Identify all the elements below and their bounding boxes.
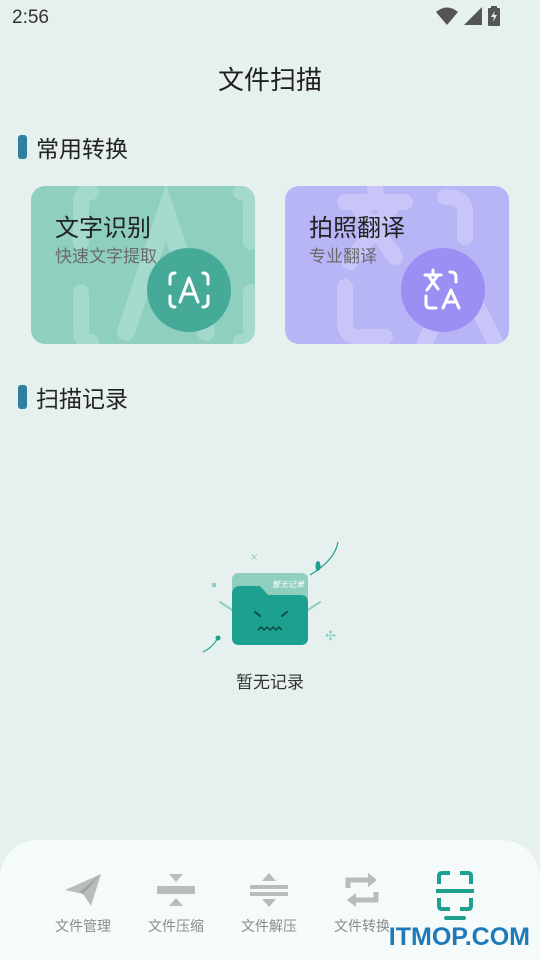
nav-file-compress[interactable]: 文件压缩 <box>131 870 221 936</box>
translate-icon <box>423 268 461 310</box>
compress-icon <box>157 874 195 906</box>
ocr-card-subtitle: 快速文字提取 <box>55 247 157 267</box>
nav-file-decompress[interactable]: 文件解压 <box>224 870 314 936</box>
empty-folder-illustration: × ✣ 暂无记录 <box>202 541 339 653</box>
nav-label: 文件压缩 <box>148 919 204 935</box>
empty-badge-text: 暂无记录 <box>272 580 305 589</box>
translate-card-title: 拍照翻译 <box>309 214 405 242</box>
signal-icon <box>464 7 482 25</box>
section-bar <box>18 385 27 409</box>
svg-text:✣: ✣ <box>325 629 336 644</box>
page-title: 文件扫描 <box>217 66 322 96</box>
status-bar: 2:56 <box>0 0 540 36</box>
translate-card-subtitle: 专业翻译 <box>309 247 377 267</box>
section-bar <box>18 135 27 159</box>
ocr-card[interactable]: 文字识别 快速文字提取 <box>31 186 255 344</box>
decompress-icon <box>250 873 288 907</box>
photo-translate-card[interactable]: 拍照翻译 专业翻译 <box>285 186 509 344</box>
nav-file-scan[interactable] <box>410 870 500 922</box>
ocr-text-icon <box>168 271 210 309</box>
nav-label: 文件解压 <box>241 919 297 935</box>
nav-label: 文件管理 <box>55 919 111 935</box>
translate-icon-circle <box>401 248 485 332</box>
paper-plane-icon <box>65 874 101 906</box>
watermark-logo: ITMOP.COM <box>388 923 530 951</box>
empty-state-text: 暂无记录 <box>236 673 304 693</box>
wifi-icon <box>436 7 458 25</box>
section-title: 扫描记录 <box>36 387 128 413</box>
status-icons <box>436 6 500 26</box>
svg-text:×: × <box>250 552 258 563</box>
section-common-header: 常用转换 <box>18 130 128 164</box>
section-history-header: 扫描记录 <box>18 380 128 414</box>
status-time: 2:56 <box>12 7 49 28</box>
scan-icon <box>436 871 474 920</box>
ocr-icon-circle <box>147 248 231 332</box>
ocr-card-title: 文字识别 <box>55 214 151 242</box>
convert-icon <box>345 873 379 907</box>
battery-icon <box>488 6 500 26</box>
section-title: 常用转换 <box>36 137 128 163</box>
nav-file-manage[interactable]: 文件管理 <box>38 870 128 936</box>
